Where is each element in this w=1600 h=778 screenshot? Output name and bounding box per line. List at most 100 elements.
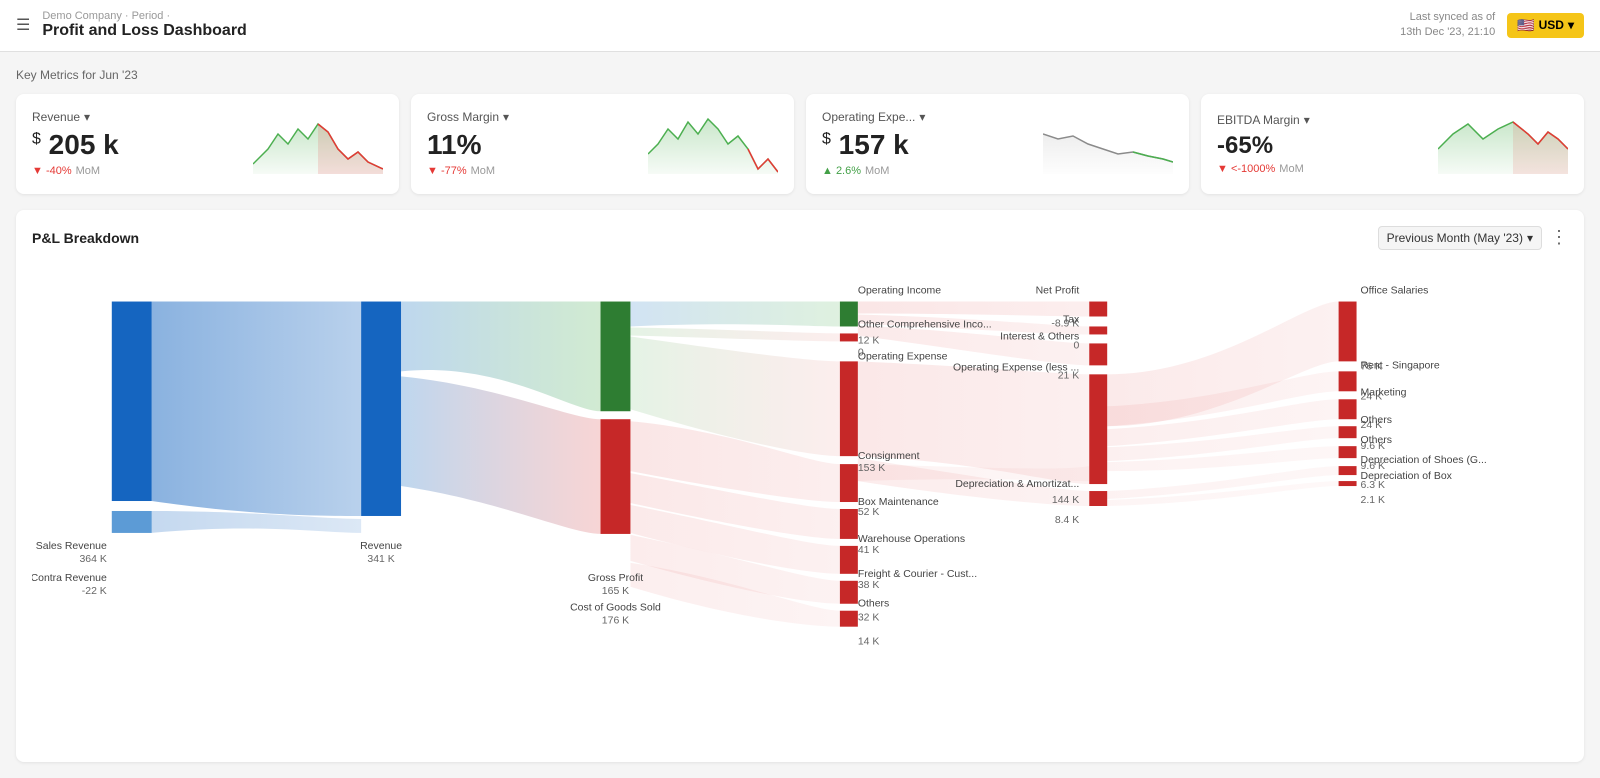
value-contra-revenue: -22 K xyxy=(82,586,107,597)
label-operating-income: Operating Income xyxy=(858,285,941,296)
metric-change-revenue: ▼ -40% MoM xyxy=(32,165,119,177)
currency-label: USD xyxy=(1539,18,1564,32)
more-options-button[interactable]: ⋮ xyxy=(1550,227,1568,248)
metric-label-gross-margin: Gross Margin ▾ xyxy=(427,110,509,124)
sync-info: Last synced as of 13th Dec '23, 21:10 xyxy=(1400,10,1495,41)
label-office-salaries: Office Salaries xyxy=(1361,285,1429,296)
period-dropdown-icon: ▾ xyxy=(1527,231,1533,245)
value-operating-expense-col3: 153 K xyxy=(858,463,885,474)
label-dep-shoes: Depreciation of Shoes (G... xyxy=(1361,455,1487,466)
metric-change-gross-margin: ▼ -77% MoM xyxy=(427,165,509,177)
label-sales-revenue: Sales Revenue xyxy=(36,541,107,552)
gross-margin-dropdown-icon[interactable]: ▾ xyxy=(503,110,509,124)
node-cogs[interactable] xyxy=(601,419,631,534)
label-other-comprehensive: Other Comprehensive Inco... xyxy=(858,319,992,330)
label-freight-courier: Freight & Courier - Cust... xyxy=(858,569,977,580)
metric-card-gross-margin: Gross Margin ▾ 11% ▼ -77% MoM xyxy=(411,94,794,194)
value-revenue: 341 K xyxy=(367,554,394,565)
node-other-comprehensive[interactable] xyxy=(840,333,858,341)
breadcrumb: Demo Company · Period · xyxy=(42,10,246,22)
value-freight-courier: 32 K xyxy=(858,612,880,623)
breakdown-controls: Previous Month (May '23) ▾ ⋮ xyxy=(1378,226,1568,250)
node-net-profit[interactable] xyxy=(1089,301,1107,316)
node-operating-income[interactable] xyxy=(840,301,858,326)
metric-value-ebitda-margin: -65% xyxy=(1217,133,1310,159)
metric-change-ebitda-margin: ▼ <-1000% MoM xyxy=(1217,163,1310,175)
ebitda-mini-chart xyxy=(1438,114,1568,174)
metric-value-revenue: $ 205 k xyxy=(32,130,119,161)
label-marketing: Marketing xyxy=(1361,387,1407,398)
header-right: Last synced as of 13th Dec '23, 21:10 🇺🇸… xyxy=(1400,10,1584,41)
label-op-expense-less: Operating Expense (less ... xyxy=(953,362,1079,373)
node-marketing[interactable] xyxy=(1339,399,1357,419)
node-contra-revenue[interactable] xyxy=(112,511,152,533)
node-revenue[interactable] xyxy=(361,301,401,515)
breakdown-header: P&L Breakdown Previous Month (May '23) ▾… xyxy=(32,226,1568,250)
label-rent-singapore: Rent - Singapore xyxy=(1361,360,1440,371)
value-warehouse-ops: 38 K xyxy=(858,580,880,591)
label-net-profit: Net Profit xyxy=(1036,285,1080,296)
node-operating-expense[interactable] xyxy=(840,361,858,456)
node-box-maintenance[interactable] xyxy=(840,509,858,539)
label-depreciation: Depreciation & Amortizat... xyxy=(955,479,1079,490)
metrics-row: Revenue ▾ $ 205 k ▼ -40% MoM xyxy=(16,94,1584,194)
operating-expense-mini-chart xyxy=(1043,114,1173,174)
flow-gp-to-opincme xyxy=(630,301,839,326)
currency-selector[interactable]: 🇺🇸 USD ▾ xyxy=(1507,13,1584,38)
metric-value-operating-expense: $ 157 k xyxy=(822,130,925,161)
label-box-maintenance: Box Maintenance xyxy=(858,497,939,508)
node-sales-revenue[interactable] xyxy=(112,301,152,500)
menu-icon[interactable]: ☰ xyxy=(16,15,30,35)
node-consignment[interactable] xyxy=(840,464,858,502)
metric-card-operating-expense: Operating Expe... ▾ $ 157 k ▲ 2.6% MoM xyxy=(806,94,1189,194)
gross-margin-mini-chart xyxy=(648,114,778,174)
label-warehouse-ops: Warehouse Operations xyxy=(858,534,965,545)
value-operating-income: 12 K xyxy=(858,335,880,346)
header-left: ☰ Demo Company · Period · Profit and Los… xyxy=(16,10,247,40)
revenue-mini-chart xyxy=(253,114,383,174)
node-others-14k[interactable] xyxy=(840,611,858,627)
metric-value-gross-margin: 11% xyxy=(427,130,509,161)
metric-card-ebitda-margin: EBITDA Margin ▾ -65% ▼ <-1000% MoM xyxy=(1201,94,1584,194)
flow-opincome-to-netprofit xyxy=(858,301,1089,316)
node-depreciation-shoes[interactable] xyxy=(1339,466,1357,475)
node-gross-profit[interactable] xyxy=(601,301,631,411)
title-group: Demo Company · Period · Profit and Loss … xyxy=(42,10,246,40)
ebitda-dropdown-icon[interactable]: ▾ xyxy=(1304,113,1310,127)
revenue-dropdown-icon[interactable]: ▾ xyxy=(84,110,90,124)
node-others-9-6k-2[interactable] xyxy=(1339,446,1357,458)
operating-expense-dropdown-icon[interactable]: ▾ xyxy=(919,110,925,124)
label-cogs: Cost of Goods Sold xyxy=(570,603,661,614)
node-freight-courier[interactable] xyxy=(840,581,858,604)
value-sales-revenue: 364 K xyxy=(79,554,106,565)
metric-label-revenue: Revenue ▾ xyxy=(32,110,119,124)
period-selector[interactable]: Previous Month (May '23) ▾ xyxy=(1378,226,1542,250)
node-depreciation-box[interactable] xyxy=(1339,481,1357,486)
value-cogs: 176 K xyxy=(602,615,629,626)
app-header: ☰ Demo Company · Period · Profit and Los… xyxy=(0,0,1600,52)
value-box-maintenance: 41 K xyxy=(858,545,880,556)
node-rent-singapore[interactable] xyxy=(1339,371,1357,391)
label-gross-profit: Gross Profit xyxy=(588,573,643,584)
currency-dropdown-icon: ▾ xyxy=(1568,18,1574,32)
node-interest-others[interactable] xyxy=(1089,343,1107,365)
label-operating-expense-col3: Operating Expense xyxy=(858,351,948,362)
page-title: Profit and Loss Dashboard xyxy=(42,22,246,40)
main-content: Key Metrics for Jun '23 Revenue ▾ $ 205 … xyxy=(0,52,1600,778)
flow-gp-to-other xyxy=(630,327,839,341)
period-label: Previous Month (May '23) xyxy=(1387,231,1523,245)
value-op-expense-less: 144 K xyxy=(1052,495,1079,506)
node-op-expense-less[interactable] xyxy=(1089,374,1107,484)
node-others-9-6k-1[interactable] xyxy=(1339,426,1357,438)
node-office-salaries[interactable] xyxy=(1339,301,1357,361)
label-others-14k: Others xyxy=(858,599,889,610)
metric-card-revenue: Revenue ▾ $ 205 k ▼ -40% MoM xyxy=(16,94,399,194)
metric-label-ebitda-margin: EBITDA Margin ▾ xyxy=(1217,113,1310,127)
sankey-svg: Sales Revenue 364 K Contra Revenue -22 K… xyxy=(32,266,1568,746)
sankey-chart: Sales Revenue 364 K Contra Revenue -22 K… xyxy=(32,266,1568,746)
node-tax[interactable] xyxy=(1089,326,1107,334)
node-warehouse-operations[interactable] xyxy=(840,546,858,574)
node-depreciation[interactable] xyxy=(1089,491,1107,506)
label-interest-others: Interest & Others xyxy=(1000,331,1079,342)
label-consignment: Consignment xyxy=(858,451,920,462)
